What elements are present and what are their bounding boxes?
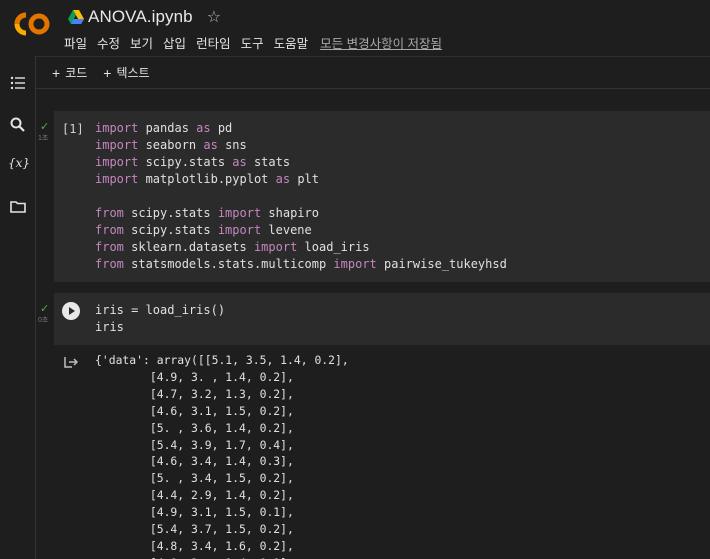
code-text: stats xyxy=(246,155,291,169)
code-text: levene xyxy=(261,223,312,237)
code-keyword: as xyxy=(203,138,218,152)
code-line: import matplotlib.pyplot as plt xyxy=(95,171,507,188)
code-line: import scipy.stats as stats xyxy=(95,154,507,171)
output-line: [4.9, 3.1, 1.5, 0.1], xyxy=(95,505,294,520)
output-line: {'data': array([[5.1, 3.5, 1.4, 0.2], xyxy=(95,353,349,367)
plus-icon: + xyxy=(52,64,61,81)
code-line: import pandas as pd xyxy=(95,120,507,137)
code-keyword: from xyxy=(95,223,124,237)
notebook-title[interactable]: ANOVA.ipynb xyxy=(88,7,193,27)
menu-view[interactable]: 보기 xyxy=(130,33,153,52)
output-line: [4.9, 3. , 1.4, 0.2], xyxy=(95,369,294,384)
add-text-button[interactable]: + 텍스트 xyxy=(103,64,149,81)
folder-icon[interactable] xyxy=(9,198,27,216)
menu-help[interactable]: 도움말 xyxy=(274,33,309,52)
left-sidebar: {x} xyxy=(0,56,36,559)
code-cell[interactable]: [1] import pandas as pd import seaborn as… xyxy=(54,111,710,282)
colab-logo-icon[interactable] xyxy=(12,10,52,38)
save-status-link[interactable]: 모든 변경사항이 저장됨 xyxy=(320,33,442,52)
code-text: iris = load_iris() xyxy=(95,303,226,317)
variables-icon[interactable]: {x} xyxy=(8,156,30,174)
output-line: [5. , 3.6, 1.4, 0.2], xyxy=(95,420,294,435)
code-text: matplotlib.pyplot xyxy=(138,172,276,186)
code-keyword: import xyxy=(95,138,139,152)
menu-runtime[interactable]: 런타임 xyxy=(196,33,231,52)
cell-output: {'data': array([[5.1, 3.5, 1.4, 0.2], [4… xyxy=(95,352,349,559)
code-keyword: import xyxy=(95,155,139,169)
code-editor[interactable]: import pandas as pd import seaborn as sns… xyxy=(95,120,507,273)
code-text: scipy.stats xyxy=(123,223,218,237)
code-line: from scipy.stats import shapiro xyxy=(95,205,507,222)
code-line: from sklearn.datasets import load_iris xyxy=(95,239,507,256)
cell-exec-time: 0초 xyxy=(38,317,49,324)
cell-success-check-icon: ✓ xyxy=(40,121,50,133)
code-text: plt xyxy=(290,172,319,186)
output-line: [4.6, 3.4, 1.4, 0.3], xyxy=(95,454,294,469)
code-keyword: as xyxy=(232,155,247,169)
search-icon[interactable] xyxy=(9,116,27,134)
code-keyword: from xyxy=(95,206,124,220)
code-keyword: import xyxy=(95,121,139,135)
output-line: [4.4, 2.9, 1.4, 0.2], xyxy=(95,488,294,503)
code-line: iris = load_iris() xyxy=(95,302,225,319)
code-text: shapiro xyxy=(261,206,319,220)
code-line: import seaborn as sns xyxy=(95,137,507,154)
output-line: [4.8, 3.4, 1.6, 0.2], xyxy=(95,538,294,553)
code-line: from statsmodels.stats.multicomp import … xyxy=(95,256,507,273)
run-cell-button[interactable] xyxy=(62,302,80,320)
code-text: scipy.stats xyxy=(123,206,218,220)
menu-edit[interactable]: 수정 xyxy=(97,33,120,52)
google-drive-icon[interactable] xyxy=(68,10,84,24)
cell-success-check-icon: ✓ xyxy=(40,303,50,315)
code-keyword: import xyxy=(217,223,262,237)
cell-exec-time: 1초 xyxy=(38,135,49,142)
output-line: [5. , 3.4, 1.5, 0.2], xyxy=(95,471,294,486)
menu-tools[interactable]: 도구 xyxy=(241,33,264,52)
code-text: load_iris xyxy=(297,240,370,254)
code-text: statsmodels.stats.multicomp xyxy=(123,257,334,271)
code-text: iris xyxy=(95,320,124,334)
code-keyword: as xyxy=(275,172,291,186)
code-line: iris xyxy=(95,319,225,336)
menu-file[interactable]: 파일 xyxy=(64,33,87,52)
code-text: seaborn xyxy=(138,138,204,152)
code-text: sns xyxy=(217,138,247,152)
code-keyword: import xyxy=(333,257,377,271)
code-keyword: import xyxy=(253,240,298,254)
code-keyword: from xyxy=(95,257,124,271)
table-of-contents-icon[interactable] xyxy=(9,74,27,92)
code-text: pairwise_tukeyhsd xyxy=(376,257,507,271)
notebook-toolbar: + 코드 + 텍스트 xyxy=(36,56,710,89)
code-keyword: from xyxy=(95,240,124,254)
output-line: [5.4, 3.7, 1.5, 0.2], xyxy=(95,522,294,537)
code-line: from scipy.stats import levene xyxy=(95,222,507,239)
code-text: sklearn.datasets xyxy=(123,240,254,254)
output-line: [5.4, 3.9, 1.7, 0.4], xyxy=(95,437,294,452)
code-text: scipy.stats xyxy=(138,155,233,169)
code-keyword: import xyxy=(95,172,139,186)
code-keyword: as xyxy=(196,121,211,135)
code-text: pandas xyxy=(138,121,197,135)
code-cell[interactable]: iris = load_iris()iris xyxy=(54,293,710,345)
output-actions-icon[interactable] xyxy=(64,356,78,368)
title-row: ANOVA.ipynb ☆ xyxy=(68,6,221,28)
add-text-label: 텍스트 xyxy=(116,66,150,80)
add-code-label: 코드 xyxy=(65,66,88,80)
execution-count: [1] xyxy=(62,122,84,136)
code-editor[interactable]: iris = load_iris()iris xyxy=(95,302,225,336)
star-icon[interactable]: ☆ xyxy=(207,7,221,27)
menu-bar: 파일 수정 보기 삽입 런타임 도구 도움말 모든 변경사항이 저장됨 xyxy=(64,33,442,52)
menu-insert[interactable]: 삽입 xyxy=(163,33,186,52)
output-line: [4.6, 3.1, 1.5, 0.2], xyxy=(95,403,294,418)
code-keyword: import xyxy=(217,206,262,220)
output-line: [4.7, 3.2, 1.3, 0.2], xyxy=(95,386,294,401)
add-code-button[interactable]: + 코드 xyxy=(52,64,87,81)
code-text: pd xyxy=(210,121,233,135)
app-header: ANOVA.ipynb ☆ 파일 수정 보기 삽입 런타임 도구 도움말 모든 … xyxy=(0,0,710,56)
plus-icon: + xyxy=(103,64,112,81)
output-line: [4.8, 3. , 1.4, 0.1], xyxy=(95,555,349,559)
